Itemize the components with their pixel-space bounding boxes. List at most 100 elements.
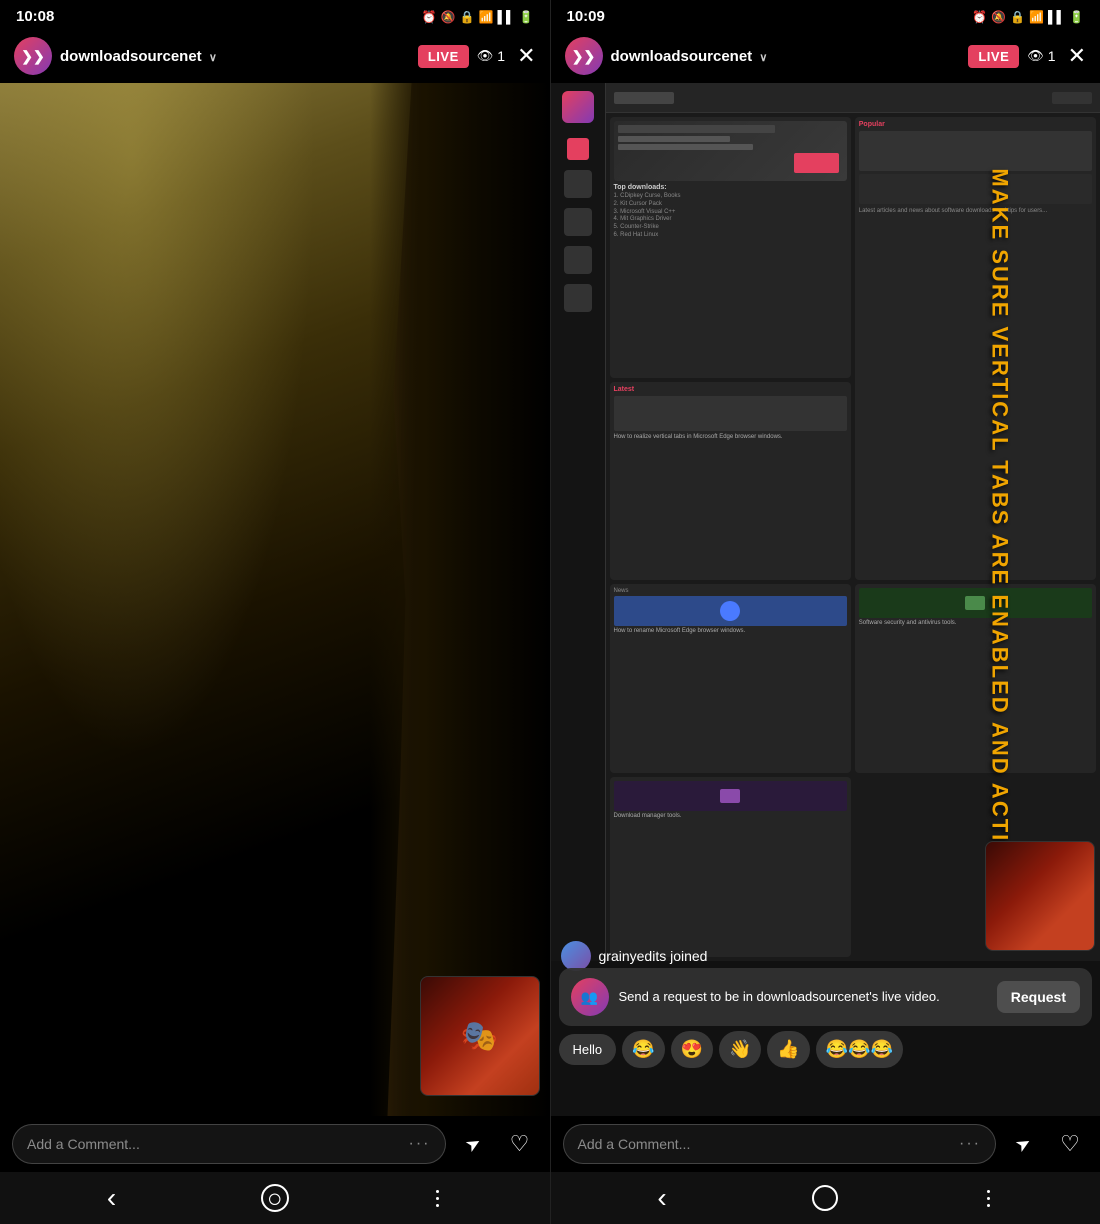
right-menu-button[interactable] [963, 1178, 1013, 1218]
left-status-icons: ⏰ 🔕 🔒 📶 ▌▌ 🔋 [422, 10, 534, 24]
emoji-laugh-triple[interactable]: 😂😂😂 [816, 1031, 903, 1068]
website-main-content: Top downloads: 1. CDipkey Curse, Books2.… [606, 83, 1100, 961]
website-card-4: News How to rename Microsoft Edge browse… [610, 584, 851, 772]
lock-icon: 🔒 [460, 10, 475, 24]
left-comment-placeholder: Add a Comment... [27, 1136, 140, 1152]
emoji-wave-icon: 👋 [729, 1039, 751, 1059]
emoji-bar: Hello 😂 😍 👋 👍 😂😂😂 [559, 1031, 1093, 1068]
website-card-5: Software security and antivirus tools. [855, 584, 1096, 772]
mountain-shape [370, 83, 550, 1116]
battery-icon: 🔋 [519, 10, 534, 24]
right-comment-input[interactable]: Add a Comment... ··· [563, 1124, 997, 1164]
left-content-area: 🎭 [0, 83, 550, 1116]
right-send-icon: ➤ [1012, 1131, 1036, 1157]
left-heart-icon: ♡ [510, 1131, 530, 1157]
right-avatar-icon: ❯❯ [572, 49, 595, 63]
emoji-hello-text: Hello [573, 1042, 603, 1057]
left-home-button[interactable]: ○ [250, 1178, 300, 1218]
emoji-thumbsup[interactable]: 👍 [767, 1031, 809, 1068]
right-close-button[interactable]: ✕ [1068, 43, 1086, 69]
emoji-laugh-icon: 😂 [632, 1039, 654, 1059]
emoji-laugh[interactable]: 😂 [622, 1031, 664, 1068]
left-send-button[interactable]: ➤ [456, 1126, 492, 1162]
light-beam [0, 83, 330, 806]
right-lock-icon: 🔒 [1010, 10, 1025, 24]
ws-icon-2 [564, 170, 592, 198]
right-home-button[interactable] [800, 1178, 850, 1218]
right-send-button[interactable]: ➤ [1006, 1126, 1042, 1162]
right-live-badge: LIVE [968, 45, 1019, 68]
right-comment-dots: ··· [959, 1135, 981, 1153]
ws-icon-5 [564, 284, 592, 312]
ws-icon-1 [567, 138, 589, 160]
emoji-hello[interactable]: Hello [559, 1034, 617, 1065]
right-signal-icon: ▌▌ [1048, 10, 1065, 24]
wifi-icon: 📶 [479, 10, 494, 24]
request-banner: 👥 Send a request to be in downloadsource… [559, 968, 1093, 1026]
right-heart-icon: ♡ [1060, 1131, 1080, 1157]
website-card-6: Download manager tools. [610, 777, 851, 957]
left-status-time: 10:08 [16, 8, 54, 25]
website-sidebar [551, 83, 606, 961]
joined-text: grainyedits joined [599, 948, 708, 964]
joined-notification: grainyedits joined [561, 941, 708, 971]
right-eye-icon: 👁 [1027, 48, 1044, 64]
left-back-button[interactable]: ‹ [87, 1178, 137, 1218]
website-header-row [606, 83, 1100, 113]
website-card-1: Top downloads: 1. CDipkey Curse, Books2.… [610, 117, 851, 378]
left-username-text: downloadsourcenet [60, 48, 202, 65]
emoji-love-icon: 😍 [681, 1039, 703, 1059]
left-avatar: ❯❯ [14, 37, 52, 75]
right-status-time: 10:09 [567, 8, 605, 25]
right-header-bar: ❯❯ downloadsourcenet ∨ LIVE 👁 1 ✕ [551, 29, 1100, 83]
ws-icon-4 [564, 246, 592, 274]
right-wifi-icon: 📶 [1029, 10, 1044, 24]
left-close-button[interactable]: ✕ [517, 43, 535, 69]
request-button[interactable]: Request [997, 981, 1080, 1013]
left-preview-thumb-inner: 🎭 [421, 977, 539, 1095]
left-username[interactable]: downloadsourcenet ∨ [60, 48, 410, 65]
right-menu-icon [987, 1190, 990, 1207]
website-screenshot: Top downloads: 1. CDipkey Curse, Books2.… [551, 83, 1100, 961]
right-background: Top downloads: 1. CDipkey Curse, Books2.… [551, 83, 1100, 1116]
left-phone-panel: 10:08 ⏰ 🔕 🔒 📶 ▌▌ 🔋 ❯❯ downloadsourcenet … [0, 0, 550, 1224]
right-username[interactable]: downloadsourcenet ∨ [611, 48, 961, 65]
mute-icon: 🔕 [441, 10, 456, 24]
left-header-bar: ❯❯ downloadsourcenet ∨ LIVE 👁 1 ✕ [0, 29, 550, 83]
right-content-area: Top downloads: 1. CDipkey Curse, Books2.… [551, 83, 1100, 1116]
right-back-icon: ‹ [657, 1182, 666, 1214]
left-eye-icon: 👁 [477, 48, 494, 64]
right-home-icon [812, 1185, 838, 1211]
ws-icon-3 [564, 208, 592, 236]
left-menu-button[interactable] [413, 1178, 463, 1218]
website-content-grid: Top downloads: 1. CDipkey Curse, Books2.… [606, 113, 1100, 961]
left-preview-thumb: 🎭 [420, 976, 540, 1096]
left-comment-input[interactable]: Add a Comment... ··· [12, 1124, 446, 1164]
signal-icon: ▌▌ [498, 10, 515, 24]
right-back-button[interactable]: ‹ [637, 1178, 687, 1218]
left-status-bar: 10:08 ⏰ 🔕 🔒 📶 ▌▌ 🔋 [0, 0, 550, 29]
left-back-icon: ‹ [107, 1182, 116, 1214]
alarm-icon: ⏰ [422, 10, 437, 24]
left-live-badge: LIVE [418, 45, 469, 68]
left-avatar-icon: ❯❯ [21, 49, 44, 63]
right-username-chevron: ∨ [759, 52, 767, 64]
right-battery-icon: 🔋 [1069, 10, 1084, 24]
right-comment-placeholder: Add a Comment... [578, 1136, 691, 1152]
right-bottom-bar: Add a Comment... ··· ➤ ♡ [551, 1116, 1100, 1172]
emoji-wave[interactable]: 👋 [719, 1031, 761, 1068]
website-logo [562, 91, 594, 123]
emoji-laugh-triple-icon: 😂😂😂 [826, 1039, 893, 1059]
request-icon: 👥 [571, 978, 609, 1016]
right-viewer-number: 1 [1048, 48, 1056, 64]
right-phone-panel: 10:09 ⏰ 🔕 🔒 📶 ▌▌ 🔋 ❯❯ downloadsourcenet … [551, 0, 1100, 1224]
right-preview-thumb [985, 841, 1095, 951]
website-card-3: Latest How to realize vertical tabs in M… [610, 382, 851, 580]
left-heart-button[interactable]: ♡ [502, 1126, 538, 1162]
right-avatar: ❯❯ [565, 37, 603, 75]
emoji-love[interactable]: 😍 [671, 1031, 713, 1068]
right-heart-button[interactable]: ♡ [1052, 1126, 1088, 1162]
right-status-bar: 10:09 ⏰ 🔕 🔒 📶 ▌▌ 🔋 [551, 0, 1100, 29]
website-card-2: Popular Latest articles and news about s… [855, 117, 1096, 580]
left-send-icon: ➤ [462, 1131, 486, 1157]
